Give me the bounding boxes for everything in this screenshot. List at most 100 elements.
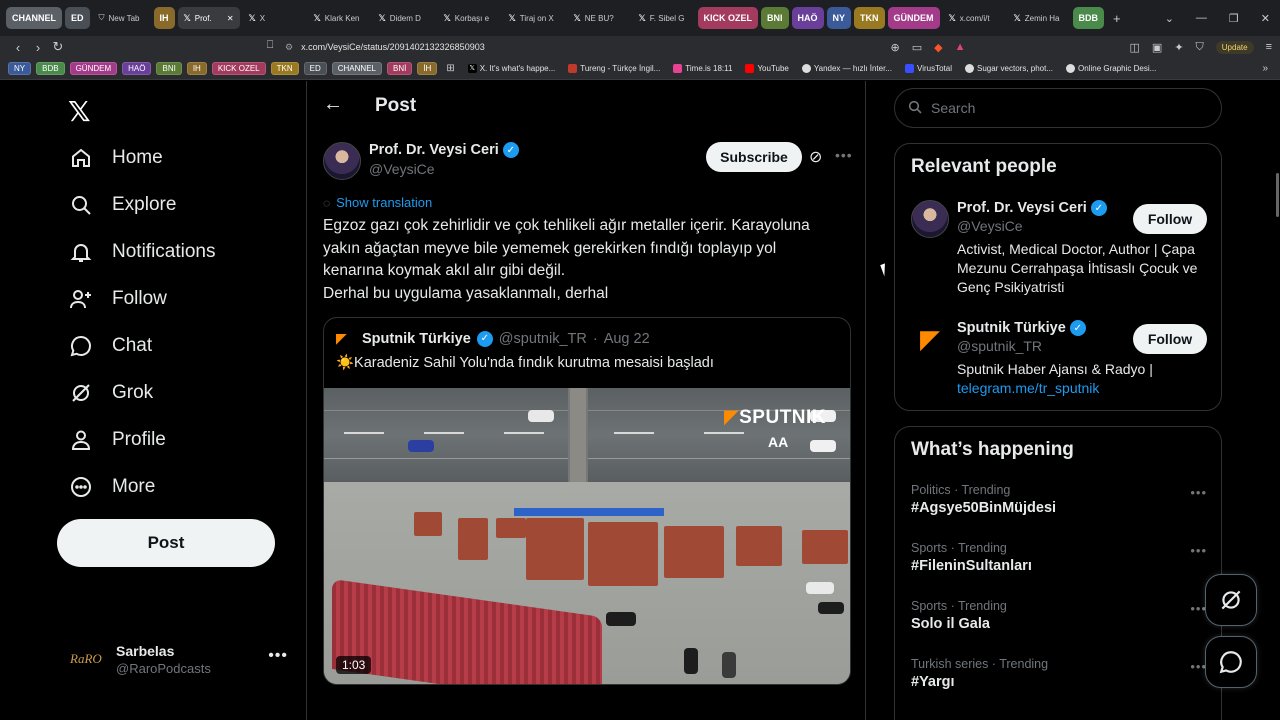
menu-icon[interactable]: ≡ xyxy=(1266,41,1272,53)
more-icon[interactable]: ••• xyxy=(835,147,853,163)
url-text[interactable]: x.com/VeysiCe/status/2091402132326850903 xyxy=(301,42,485,52)
bookmark-group[interactable]: TKN xyxy=(270,62,299,75)
avatar[interactable] xyxy=(323,142,361,180)
tab-x[interactable]: 𝕏X xyxy=(243,7,305,29)
tab-group-bdb[interactable]: BDB xyxy=(1072,7,1105,29)
bookmark-group[interactable]: İH xyxy=(417,62,438,75)
follow-button[interactable]: Follow xyxy=(1133,324,1207,354)
trend-item[interactable]: Sports · Trending Solo il Gala ••• xyxy=(911,599,1207,632)
nav-profile[interactable]: Profile xyxy=(68,427,166,453)
chevron-down-icon[interactable]: ⌄ xyxy=(1165,12,1174,25)
follow-button[interactable]: Follow xyxy=(1133,204,1207,234)
update-button[interactable]: Update xyxy=(1215,40,1254,54)
tab-ne-bu[interactable]: 𝕏 NE BU? xyxy=(568,7,630,29)
tab-group-ny[interactable]: NY xyxy=(826,7,852,29)
post-author[interactable]: Prof. Dr. Veysi Ceri ✓ @VeysiCe xyxy=(323,142,519,180)
bookmark-group[interactable]: NY xyxy=(8,62,32,75)
bookmark-group[interactable]: CHANNEL xyxy=(331,62,382,75)
zoom-icon[interactable]: ⊕ xyxy=(891,41,900,54)
bookmark-group[interactable]: BDB xyxy=(36,62,65,75)
grok-icon[interactable]: ⊘ xyxy=(809,147,822,167)
nav-notifications[interactable]: Notifications xyxy=(68,239,216,265)
bookmark-group[interactable]: BNI xyxy=(156,62,182,75)
reload-icon[interactable]: ↻ xyxy=(48,39,68,55)
forward-icon[interactable]: › xyxy=(28,40,48,55)
page-scrollbar[interactable] xyxy=(1276,173,1279,217)
minimize-icon[interactable]: — xyxy=(1196,12,1207,24)
bookmark-group[interactable]: ED xyxy=(303,62,327,75)
person-name[interactable]: Prof. Dr. Veysi Ceri xyxy=(957,200,1087,216)
extensions-icon[interactable]: ✦ xyxy=(1174,41,1183,54)
restore-icon[interactable]: ❐ xyxy=(1229,12,1239,25)
bookmark-link[interactable]: Sugar vectors, phot... xyxy=(964,64,1053,73)
video-player[interactable]: ◤SPUTNIK AA 1:03 xyxy=(324,388,850,684)
more-icon[interactable]: ••• xyxy=(1190,485,1207,500)
tab-group-bni[interactable]: BNI xyxy=(761,7,789,29)
bookmark-group[interactable]: GÜNDEM xyxy=(69,62,118,75)
quoted-post[interactable]: ◤ Sputnik Türkiye ✓ @sputnik_TR · Aug 22… xyxy=(323,317,851,685)
author-handle[interactable]: @VeysiCe xyxy=(369,161,519,177)
tab-xcom[interactable]: 𝕏x.com/i/t xyxy=(943,7,1005,29)
bookmark-group[interactable]: BNİ xyxy=(386,62,413,75)
bookmark-link[interactable]: YouTube xyxy=(745,64,789,73)
more-icon[interactable]: ••• xyxy=(1190,543,1207,558)
rewards-icon[interactable]: ▲ xyxy=(955,41,966,53)
tab-group-channel[interactable]: CHANNEL xyxy=(6,7,62,29)
tab-new-tab[interactable]: ⛉ New Tab xyxy=(93,7,151,29)
search-box[interactable] xyxy=(894,88,1222,128)
close-window-icon[interactable]: ✕ xyxy=(1261,12,1270,25)
apps-grid-icon[interactable]: ⊞ xyxy=(446,63,454,74)
tab-sibel[interactable]: 𝕏 F. Sibel G xyxy=(633,7,695,29)
brave-shield-icon[interactable]: ◆ xyxy=(934,41,942,54)
tab-tiraj[interactable]: 𝕏 Tiraj on X xyxy=(503,7,565,29)
bookmark-icon[interactable]: ⎕ xyxy=(260,39,280,52)
vpn-icon[interactable]: ⛉ xyxy=(1196,41,1204,54)
url-field[interactable]: ⚙ x.com/VeysiCe/status/20914021323268509… xyxy=(285,36,485,58)
tab-didem[interactable]: 𝕏 Didem D xyxy=(373,7,435,29)
tab-group-tkn[interactable]: TKN xyxy=(854,7,885,29)
site-info-icon[interactable]: ⚙ xyxy=(285,42,293,53)
bookmark-link[interactable]: Yandex — hızlı İnter... xyxy=(801,64,892,73)
bookmark-group[interactable]: IH xyxy=(186,62,207,75)
quote-author-name[interactable]: Sputnik Türkiye xyxy=(362,331,471,347)
tab-zemin[interactable]: 𝕏 Zemin Ha xyxy=(1008,7,1070,29)
tab-klark[interactable]: 𝕏 Klark Ken xyxy=(308,7,370,29)
trend-item[interactable]: Politics · Trending #Agsye50BinMüjdesi •… xyxy=(911,483,1207,516)
nav-chat[interactable]: Chat xyxy=(68,333,152,359)
nav-home[interactable]: Home xyxy=(68,145,163,171)
avatar[interactable] xyxy=(911,200,949,238)
back-arrow-icon[interactable]: ← xyxy=(323,93,343,116)
tab-group-hao[interactable]: HAÖ xyxy=(791,7,824,29)
nav-follow[interactable]: Follow xyxy=(68,286,167,312)
person-name[interactable]: Sputnik Türkiye xyxy=(957,320,1066,336)
tab-group-ed[interactable]: ED xyxy=(65,7,90,29)
post-button[interactable]: Post xyxy=(57,519,275,567)
author-name[interactable]: Prof. Dr. Veysi Ceri xyxy=(369,142,499,158)
search-input[interactable] xyxy=(931,100,1201,116)
trend-item[interactable]: Turkish series · Trending #Yargı ••• xyxy=(911,657,1207,690)
person-bio-link[interactable]: telegram.me/tr_sputnik xyxy=(957,380,1099,396)
back-icon[interactable]: ‹ xyxy=(8,40,28,55)
grok-floating-button[interactable] xyxy=(1205,574,1257,626)
bookmark-link[interactable]: Online Graphic Desi... xyxy=(1066,64,1156,73)
tab-active-prof[interactable]: 𝕏 Prof. ✕ xyxy=(177,7,240,29)
bookmark-link[interactable]: Time.is 18:11 xyxy=(673,64,732,73)
bookmark-group[interactable]: KICK OZEL xyxy=(211,62,266,75)
wallet-icon[interactable]: ▣ xyxy=(1152,41,1162,54)
bookmark-link[interactable]: 𝕏 X. It's what's happe... xyxy=(467,64,555,73)
bookmark-link[interactable]: Tureng - Türkçe İngil... xyxy=(568,64,660,73)
account-switcher[interactable]: RaRO Sarbelas @RaroPodcasts ••• xyxy=(70,637,290,681)
bookmark-link[interactable]: VirusTotal xyxy=(905,64,952,73)
trend-item[interactable]: Sports · Trending #FileninSultanları ••• xyxy=(911,541,1207,574)
tab-group-gundem[interactable]: GÜNDEM xyxy=(887,7,940,29)
tab-group-kick-ozel[interactable]: KICK OZEL xyxy=(697,7,759,29)
cast-icon[interactable]: ▭ xyxy=(912,41,922,54)
nav-explore[interactable]: Explore xyxy=(68,192,176,218)
show-translation-link[interactable]: ◌ Show translation xyxy=(323,195,432,210)
tab-group-ih[interactable]: IH xyxy=(153,7,175,29)
subscribe-button[interactable]: Subscribe xyxy=(706,142,802,172)
close-icon[interactable]: ✕ xyxy=(227,14,234,23)
x-logo-icon[interactable]: 𝕏 xyxy=(68,95,91,128)
more-icon[interactable]: ••• xyxy=(268,647,288,665)
new-tab-button[interactable]: + xyxy=(1107,7,1127,29)
